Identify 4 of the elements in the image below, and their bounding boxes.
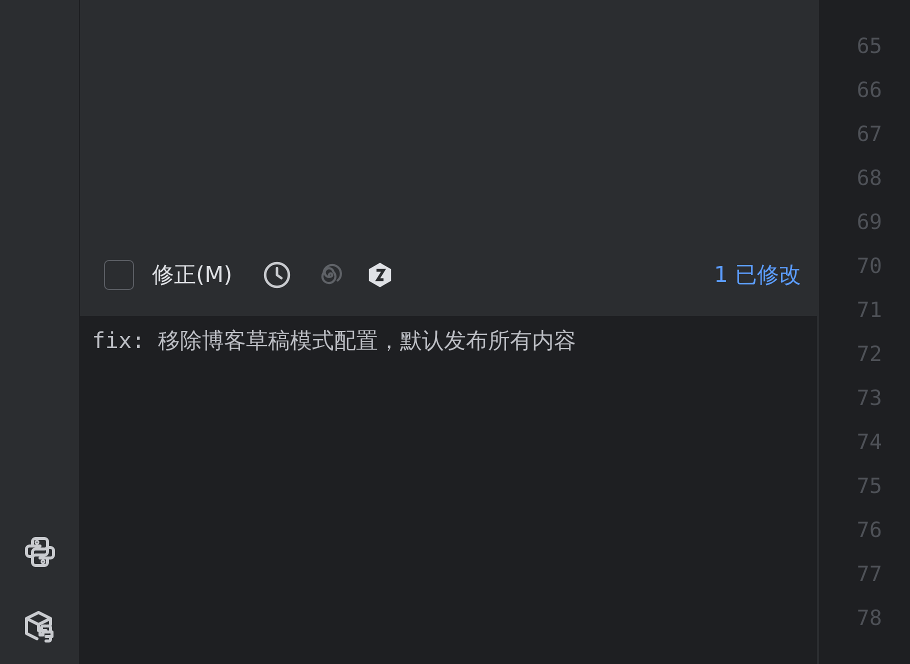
amend-label[interactable]: 修正(M): [152, 260, 232, 290]
amend-checkbox[interactable]: [104, 260, 134, 290]
clock-icon[interactable]: [262, 260, 292, 290]
changes-count[interactable]: 1 已修改: [714, 260, 801, 290]
